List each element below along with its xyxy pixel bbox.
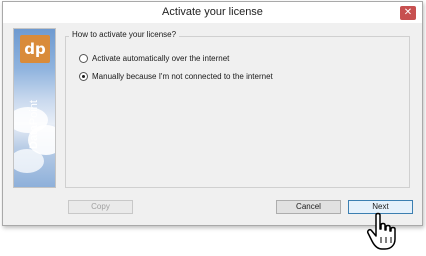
brand-part1: Data bbox=[28, 125, 40, 149]
window-title: Activate your license bbox=[162, 6, 263, 18]
close-icon: ✕ bbox=[403, 7, 413, 18]
option-label: Manually because I'm not connected to th… bbox=[92, 72, 273, 81]
title-bar: Activate your license ✕ bbox=[3, 2, 422, 23]
brand-part2: Point bbox=[28, 100, 40, 126]
hand-pointer-icon bbox=[367, 212, 396, 250]
option-label: Activate automatically over the internet bbox=[92, 54, 230, 63]
group-title: How to activate your license? bbox=[69, 30, 180, 39]
radio-button-selected[interactable] bbox=[79, 72, 88, 81]
logo-text: dp bbox=[24, 40, 46, 58]
cancel-button[interactable]: Cancel bbox=[276, 200, 341, 214]
copy-button[interactable]: Copy bbox=[68, 200, 133, 214]
close-button[interactable]: ✕ bbox=[400, 6, 416, 20]
option-activate-manually[interactable]: Manually because I'm not connected to th… bbox=[79, 72, 273, 81]
brand-name: DataPoint bbox=[28, 59, 44, 149]
option-activate-online[interactable]: Activate automatically over the internet bbox=[79, 54, 229, 63]
side-banner: dp DataPoint bbox=[13, 28, 56, 188]
radio-button[interactable] bbox=[79, 54, 88, 63]
cloud-decoration bbox=[14, 149, 44, 173]
